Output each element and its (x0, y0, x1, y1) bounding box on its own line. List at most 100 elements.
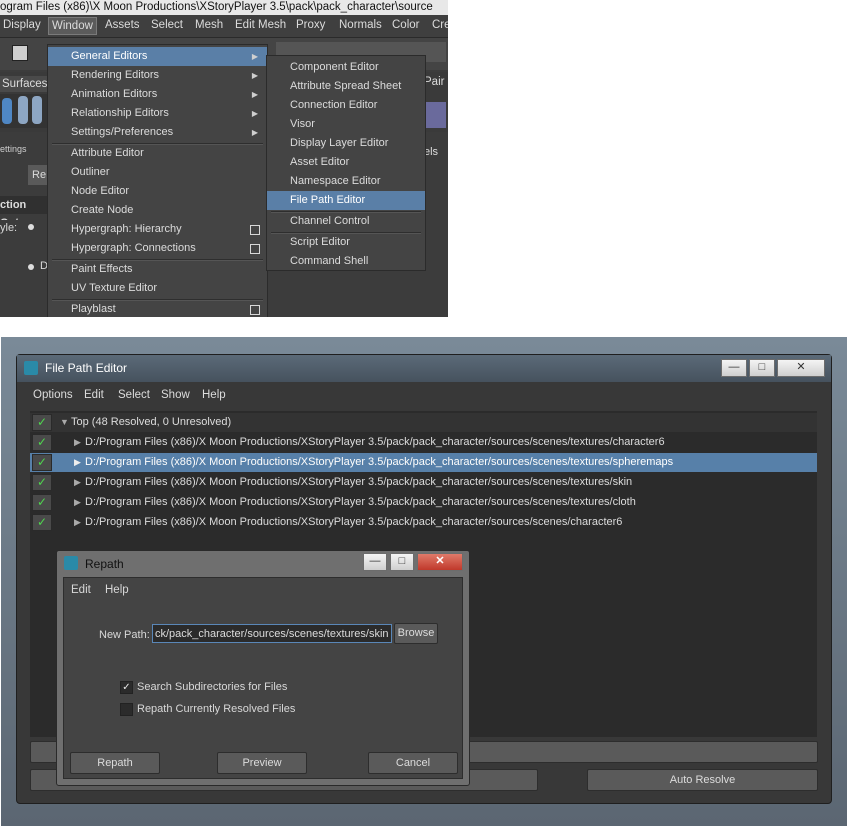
maya-title-bar: ogram Files (x86)\X Moon Productions\XSt… (0, 0, 448, 15)
expand-arrow-icon[interactable]: ▶ (74, 453, 81, 472)
tree-row-path[interactable]: ✓ ▶ D:/Program Files (x86)/X Moon Produc… (30, 433, 817, 452)
close-button[interactable]: ✕ (417, 553, 463, 571)
expand-arrow-icon[interactable]: ▶ (74, 473, 81, 492)
tree-row-top[interactable]: ✓ ▼ Top (48 Resolved, 0 Unresolved) (30, 413, 817, 432)
menu-edit[interactable]: Edit (84, 389, 104, 401)
menu-item-connection-editor[interactable]: Connection Editor (267, 96, 425, 115)
menu-window[interactable]: Window (48, 17, 97, 35)
collapse-arrow-icon[interactable]: ▼ (60, 413, 69, 432)
radio-button[interactable] (28, 224, 34, 230)
new-path-label: New Path: (99, 629, 150, 641)
menu-item-display-layer-editor[interactable]: Display Layer Editor (267, 134, 425, 153)
option-box-icon[interactable] (250, 225, 260, 235)
maya-logo-icon (64, 556, 78, 570)
menu-item-uv-texture-editor[interactable]: UV Texture Editor (48, 279, 267, 298)
new-path-input[interactable] (152, 624, 392, 643)
shelf-tab-pair[interactable]: Pair (424, 76, 444, 88)
menu-item-component-editor[interactable]: Component Editor (267, 58, 425, 77)
menu-item-script-editor[interactable]: Script Editor (267, 233, 425, 252)
browse-button[interactable]: Browse (394, 623, 438, 644)
menu-item-settings-preferences[interactable]: Settings/Preferences ▶ (48, 123, 267, 142)
menu-item-relationship-editors[interactable]: Relationship Editors ▶ (48, 104, 267, 123)
menu-item-label: Node Editor (71, 185, 130, 197)
menu-help[interactable]: Help (105, 584, 129, 596)
menu-item-attribute-spread-sheet[interactable]: Attribute Spread Sheet (267, 77, 425, 96)
path-label: D:/Program Files (x86)/X Moon Production… (85, 436, 665, 448)
minimize-button[interactable]: — (363, 553, 387, 571)
menu-edit[interactable]: Edit (71, 584, 91, 596)
shelf-icon[interactable] (426, 102, 446, 128)
tree-row-path[interactable]: ✓ ▶ D:/Program Files (x86)/X Moon Produc… (30, 473, 817, 492)
top-row-label: Top (48 Resolved, 0 Unresolved) (71, 416, 232, 428)
menu-item-outliner[interactable]: Outliner (48, 163, 267, 182)
submenu-arrow-icon: ▶ (251, 109, 258, 118)
cancel-button[interactable]: Cancel (368, 752, 458, 774)
menu-item-label: Channel Control (290, 215, 370, 227)
menu-mesh[interactable]: Mesh (195, 19, 223, 31)
menu-item-animation-editors[interactable]: Animation Editors ▶ (48, 85, 267, 104)
menu-item-label: Create Node (71, 204, 134, 216)
menu-assets[interactable]: Assets (105, 19, 140, 31)
menu-item-create-node[interactable]: Create Node (48, 201, 267, 220)
option-box-icon[interactable] (250, 305, 260, 315)
menu-item-attribute-editor[interactable]: Attribute Editor (48, 144, 267, 163)
menu-item-file-path-editor[interactable]: File Path Editor (267, 191, 425, 210)
menu-item-hypergraph-hierarchy[interactable]: Hypergraph: Hierarchy (48, 220, 267, 239)
expand-arrow-icon[interactable]: ▶ (74, 513, 81, 532)
menu-item-node-editor[interactable]: Node Editor (48, 182, 267, 201)
menu-normals[interactable]: Normals (339, 19, 382, 31)
auto-resolve-button[interactable]: Auto Resolve (587, 769, 818, 791)
maya-screenshot-crop: ogram Files (x86)\X Moon Productions\XSt… (0, 0, 448, 317)
tree-row-path[interactable]: ✓ ▶ D:/Program Files (x86)/X Moon Produc… (30, 493, 817, 512)
menu-select[interactable]: Select (151, 19, 183, 31)
preview-button[interactable]: Preview (217, 752, 307, 774)
menu-item-label: Attribute Editor (71, 147, 144, 159)
menu-item-playblast[interactable]: Playblast (48, 300, 267, 317)
menu-item-channel-control[interactable]: Channel Control (267, 212, 425, 231)
menu-item-asset-editor[interactable]: Asset Editor (267, 153, 425, 172)
menu-item-hypergraph-connections[interactable]: Hypergraph: Connections (48, 239, 267, 258)
maya-menubar: Display Window Assets Select Mesh Edit M… (0, 15, 448, 38)
menu-options[interactable]: Options (33, 389, 73, 401)
menu-item-label: Hypergraph: Hierarchy (71, 223, 182, 235)
menu-create[interactable]: Cre (432, 19, 448, 31)
character-icon[interactable] (18, 96, 28, 124)
menu-select[interactable]: Select (118, 389, 150, 401)
submenu-arrow-icon: ▶ (251, 52, 258, 61)
shelf-tab-surfaces[interactable]: Surfaces (0, 76, 50, 92)
menu-item-label: File Path Editor (290, 194, 366, 206)
search-subdirectories-checkbox[interactable]: ✓ (120, 681, 133, 694)
radio-button[interactable] (28, 264, 34, 270)
menu-item-command-shell[interactable]: Command Shell (267, 252, 425, 271)
menu-show[interactable]: Show (161, 389, 190, 401)
menu-item-label: Playblast (71, 303, 116, 315)
menu-display[interactable]: Display (3, 19, 41, 31)
repath-button[interactable]: Repath (70, 752, 160, 774)
menu-item-general-editors[interactable]: General Editors ▶ (48, 47, 267, 66)
menu-edit-mesh[interactable]: Edit Mesh (235, 19, 286, 31)
minimize-button[interactable]: — (721, 359, 747, 377)
tree-row-path-selected[interactable]: ✓ ▶ D:/Program Files (x86)/X Moon Produc… (30, 453, 817, 472)
menu-item-namespace-editor[interactable]: Namespace Editor (267, 172, 425, 191)
menu-item-paint-effects[interactable]: Paint Effects (48, 260, 267, 279)
expand-arrow-icon[interactable]: ▶ (74, 493, 81, 512)
expand-arrow-icon[interactable]: ▶ (74, 433, 81, 452)
close-button[interactable]: ✕ (777, 359, 825, 377)
menu-help[interactable]: Help (202, 389, 226, 401)
menu-item-label: Animation Editors (71, 88, 158, 100)
tree-row-path[interactable]: ✓ ▶ D:/Program Files (x86)/X Moon Produc… (30, 513, 817, 532)
menu-item-rendering-editors[interactable]: Rendering Editors ▶ (48, 66, 267, 85)
options-panel: yle: D (0, 220, 48, 317)
repath-resolved-label: Repath Currently Resolved Files (137, 703, 296, 715)
save-icon[interactable] (12, 45, 28, 61)
repath-resolved-checkbox[interactable] (120, 703, 133, 716)
maximize-button[interactable]: □ (390, 553, 414, 571)
menu-item-label: Hypergraph: Connections (71, 242, 196, 254)
menu-color[interactable]: Color (392, 19, 419, 31)
character-icon[interactable] (32, 96, 42, 124)
menu-proxy[interactable]: Proxy (296, 19, 325, 31)
menu-item-visor[interactable]: Visor (267, 115, 425, 134)
maximize-button[interactable]: □ (749, 359, 775, 377)
character-icon[interactable] (2, 98, 12, 124)
option-box-icon[interactable] (250, 244, 260, 254)
